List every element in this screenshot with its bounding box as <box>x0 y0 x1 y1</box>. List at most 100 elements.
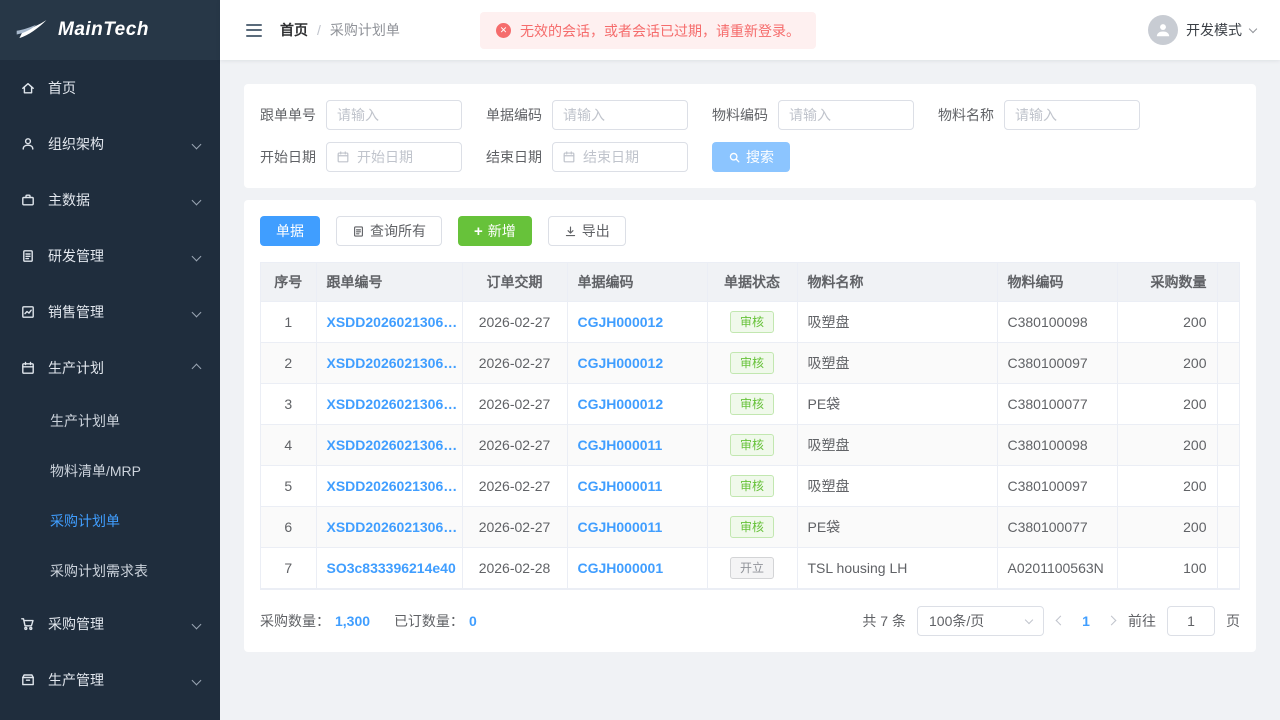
sidebar-item-label: 销售管理 <box>48 302 104 322</box>
breadcrumb-separator: / <box>317 22 321 38</box>
order-no-link[interactable]: XSDD2026021306… <box>327 314 458 330</box>
status-badge: 审核 <box>730 516 774 538</box>
page-unit-label: 页 <box>1226 611 1240 631</box>
export-button[interactable]: 导出 <box>548 216 626 246</box>
doc-code-input[interactable] <box>552 100 688 130</box>
chevron-down-icon <box>193 197 200 204</box>
logo-swoosh-icon <box>14 18 50 42</box>
status-badge: 审核 <box>730 352 774 374</box>
overflow-cell <box>1217 424 1240 465</box>
status-badge: 开立 <box>730 557 774 579</box>
prev-page-button[interactable] <box>1055 617 1066 624</box>
col-header-status: 单据状态 <box>707 263 797 301</box>
doc-no-link[interactable]: CGJH000012 <box>578 396 664 412</box>
date-placeholder: 结束日期 <box>583 147 639 167</box>
sidebar-item-sales-management[interactable]: 销售管理 <box>0 284 220 340</box>
filter-panel: 跟单单号 单据编码 物料编码 物料名称 <box>244 84 1256 188</box>
current-page-button[interactable]: 1 <box>1077 613 1095 629</box>
sidebar-item-purchase-management[interactable]: 采购管理 <box>0 596 220 652</box>
table-row[interactable]: 1 XSDD2026021306… 2026-02-27 CGJH000012 … <box>261 301 1240 342</box>
page-size-select[interactable]: 100条/页 <box>917 606 1044 636</box>
goto-page-input[interactable] <box>1167 606 1215 636</box>
start-date-input[interactable]: 开始日期 <box>326 142 462 172</box>
sidebar-item-rd-management[interactable]: 研发管理 <box>0 228 220 284</box>
calendar-icon <box>20 360 36 376</box>
sidebar-item-production-plan[interactable]: 生产计划 <box>0 340 220 396</box>
order-no-link[interactable]: XSDD2026021306… <box>327 519 458 535</box>
doc-no-link[interactable]: CGJH000012 <box>578 355 664 371</box>
sidebar-item-home[interactable]: 首页 <box>0 60 220 116</box>
date-placeholder: 开始日期 <box>357 147 413 167</box>
order-no-link[interactable]: XSDD2026021306… <box>327 478 458 494</box>
sidebar-subitem-purchase-plan-order[interactable]: 采购计划单 <box>0 496 220 546</box>
search-icon <box>728 151 741 164</box>
order-no-link[interactable]: XSDD2026021306… <box>327 437 458 453</box>
doc-button[interactable]: 单据 <box>260 216 320 246</box>
order-no-input[interactable] <box>326 100 462 130</box>
table-footer: 采购数量：1,300 已订数量：0 共 7 条 100条/页 1 前往 <box>260 606 1240 636</box>
page-content: 跟单单号 单据编码 物料编码 物料名称 <box>220 60 1280 720</box>
order-no-link[interactable]: XSDD2026021306… <box>327 355 458 371</box>
plus-icon: + <box>474 224 483 239</box>
filter-label: 开始日期 <box>260 147 316 167</box>
table-row[interactable]: 3 XSDD2026021306… 2026-02-27 CGJH000012 … <box>261 383 1240 424</box>
briefcase-icon <box>20 192 36 208</box>
search-button[interactable]: 搜索 <box>712 142 790 172</box>
query-all-button[interactable]: 查询所有 <box>336 216 442 246</box>
filter-label: 物料名称 <box>938 105 994 125</box>
production-plan-submenu: 生产计划单 物料清单/MRP 采购计划单 采购计划需求表 <box>0 396 220 596</box>
sidebar-subitem-bom-mrp[interactable]: 物料清单/MRP <box>0 446 220 496</box>
overflow-cell <box>1217 547 1240 588</box>
col-header-qty: 采购数量 <box>1117 263 1217 301</box>
table-row[interactable]: 6 XSDD2026021306… 2026-02-27 CGJH000011 … <box>261 506 1240 547</box>
doc-no-link[interactable]: CGJH000011 <box>578 519 663 535</box>
chevron-down-icon <box>193 253 200 260</box>
user-icon <box>20 136 36 152</box>
sidebar-item-label: 生产计划 <box>48 358 104 378</box>
sidebar-subitem-production-plan-order[interactable]: 生产计划单 <box>0 396 220 446</box>
chevron-up-icon <box>193 365 200 372</box>
table-row[interactable]: 7 SO3c833396214e40 2026-02-28 CGJH000001… <box>261 547 1240 588</box>
order-no-link[interactable]: XSDD2026021306… <box>327 396 458 412</box>
doc-no-link[interactable]: CGJH000011 <box>578 478 663 494</box>
col-header-material-name: 物料名称 <box>797 263 997 301</box>
chevron-down-icon <box>1025 615 1033 623</box>
sidebar-item-organization[interactable]: 组织架构 <box>0 116 220 172</box>
next-page-button[interactable] <box>1106 617 1117 624</box>
summary-stats: 采购数量：1,300 已订数量：0 <box>260 611 497 631</box>
overflow-cell <box>1217 465 1240 506</box>
chevron-down-icon <box>1249 24 1257 32</box>
material-code-input[interactable] <box>778 100 914 130</box>
end-date-input[interactable]: 结束日期 <box>552 142 688 172</box>
material-name-input[interactable] <box>1004 100 1140 130</box>
sidebar-subitem-purchase-plan-demand[interactable]: 采购计划需求表 <box>0 546 220 596</box>
status-badge: 审核 <box>730 434 774 456</box>
logo-text: MainTech <box>58 19 149 41</box>
purchase-qty-label: 采购数量： <box>260 613 330 629</box>
add-button[interactable]: + 新增 <box>458 216 532 246</box>
sidebar-item-production-management[interactable]: 生产管理 <box>0 652 220 708</box>
order-no-link[interactable]: SO3c833396214e40 <box>327 560 456 576</box>
breadcrumb-home[interactable]: 首页 <box>280 20 308 40</box>
overflow-cell <box>1217 342 1240 383</box>
chevron-down-icon <box>193 141 200 148</box>
doc-no-link[interactable]: CGJH000012 <box>578 314 664 330</box>
col-header-seq: 序号 <box>261 263 316 301</box>
user-menu[interactable]: 开发模式 <box>1148 15 1256 45</box>
table-row[interactable]: 5 XSDD2026021306… 2026-02-27 CGJH000011 … <box>261 465 1240 506</box>
filter-label: 跟单单号 <box>260 105 316 125</box>
sidebar-item-master-data[interactable]: 主数据 <box>0 172 220 228</box>
table-row[interactable]: 2 XSDD2026021306… 2026-02-27 CGJH000012 … <box>261 342 1240 383</box>
doc-no-link[interactable]: CGJH000001 <box>578 560 664 576</box>
home-icon <box>20 80 36 96</box>
table-row[interactable]: 4 XSDD2026021306… 2026-02-27 CGJH000011 … <box>261 424 1240 465</box>
chart-icon <box>20 304 36 320</box>
sidebar-item-label: 生产管理 <box>48 670 104 690</box>
hamburger-menu-icon[interactable] <box>246 24 262 37</box>
doc-no-link[interactable]: CGJH000011 <box>578 437 663 453</box>
status-badge: 审核 <box>730 311 774 333</box>
user-mode-label: 开发模式 <box>1186 20 1242 40</box>
ordered-qty-label: 已订数量： <box>394 613 464 629</box>
sidebar-item-label: 主数据 <box>48 190 90 210</box>
status-badge: 审核 <box>730 475 774 497</box>
